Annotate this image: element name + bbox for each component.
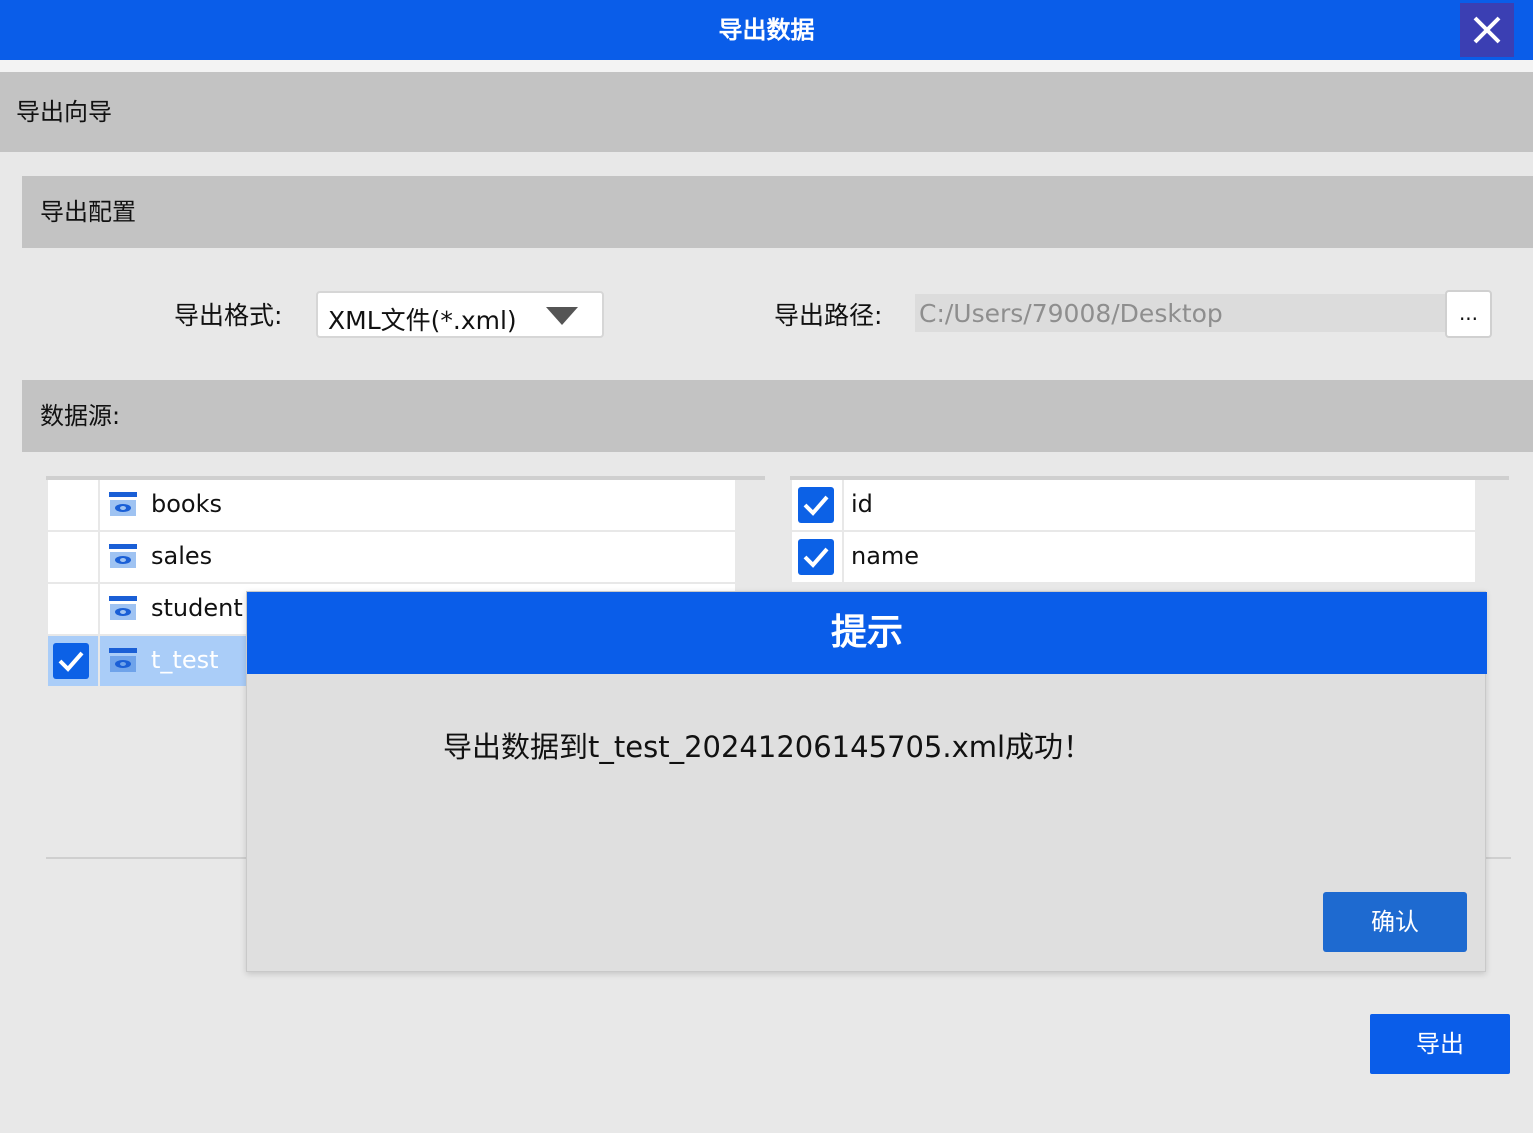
table-row-checkbox-cell[interactable] bbox=[48, 532, 98, 582]
config-header: 导出配置 bbox=[22, 176, 1533, 248]
browse-button[interactable]: ... bbox=[1445, 290, 1492, 338]
table-icon bbox=[109, 544, 137, 568]
table-row-name: student bbox=[151, 594, 243, 622]
table-row-name: sales bbox=[151, 542, 213, 570]
datasource-header-label: 数据源: bbox=[40, 402, 121, 430]
table-icon bbox=[109, 648, 137, 672]
table-icon bbox=[109, 492, 137, 516]
close-button[interactable] bbox=[1460, 3, 1514, 57]
column-row-checkbox[interactable] bbox=[798, 539, 834, 575]
config-header-label: 导出配置 bbox=[40, 198, 136, 226]
checkmark-icon bbox=[803, 547, 829, 568]
table-row-name: t_test bbox=[151, 646, 219, 674]
table-row[interactable]: sales bbox=[48, 532, 735, 582]
format-value: XML文件(*.xml) bbox=[328, 306, 517, 335]
wizard-header-label: 导出向导 bbox=[16, 98, 112, 126]
close-icon bbox=[1473, 16, 1501, 44]
column-row[interactable]: name bbox=[792, 532, 1475, 582]
column-row-name: id bbox=[851, 490, 873, 518]
table-row-checkbox-cell[interactable] bbox=[48, 480, 98, 530]
table-row-name-cell[interactable]: books bbox=[100, 480, 735, 530]
export-button[interactable]: 导出 bbox=[1370, 1014, 1510, 1074]
column-row-checkbox-cell[interactable] bbox=[792, 532, 842, 582]
datasource-header: 数据源: bbox=[22, 380, 1533, 452]
table-row-checkbox-cell[interactable] bbox=[48, 584, 98, 634]
path-label: 导出路径: bbox=[774, 301, 883, 330]
table-row[interactable]: books bbox=[48, 480, 735, 530]
wizard-header: 导出向导 bbox=[0, 72, 1533, 152]
checkmark-icon bbox=[803, 495, 829, 516]
confirm-button[interactable]: 确认 bbox=[1323, 892, 1467, 952]
chevron-down-icon bbox=[546, 307, 578, 325]
table-row-checkbox[interactable] bbox=[53, 643, 89, 679]
format-select[interactable]: XML文件(*.xml) bbox=[316, 291, 604, 338]
column-row-checkbox[interactable] bbox=[798, 487, 834, 523]
column-row-name-cell[interactable]: id bbox=[844, 480, 1475, 530]
table-row-name-cell[interactable]: sales bbox=[100, 532, 735, 582]
title-separator bbox=[0, 60, 1533, 72]
column-row[interactable]: id bbox=[792, 480, 1475, 530]
dialog-title: 提示 bbox=[830, 612, 903, 653]
format-label: 导出格式: bbox=[174, 301, 283, 330]
table-row-checkbox-cell[interactable] bbox=[48, 636, 98, 686]
dialog-message: 导出数据到t_test_20241206145705.xml成功！ bbox=[443, 730, 1093, 764]
column-row-name: name bbox=[851, 542, 920, 570]
table-icon bbox=[109, 596, 137, 620]
checkmark-icon bbox=[58, 651, 84, 672]
path-input[interactable] bbox=[915, 294, 1447, 332]
column-row-name-cell[interactable]: name bbox=[844, 532, 1475, 582]
window-title: 导出数据 bbox=[718, 16, 815, 44]
message-dialog: 提示 导出数据到t_test_20241206145705.xml成功！ 确认 bbox=[246, 591, 1487, 972]
column-row-checkbox-cell[interactable] bbox=[792, 480, 842, 530]
table-row-name: books bbox=[151, 490, 223, 518]
